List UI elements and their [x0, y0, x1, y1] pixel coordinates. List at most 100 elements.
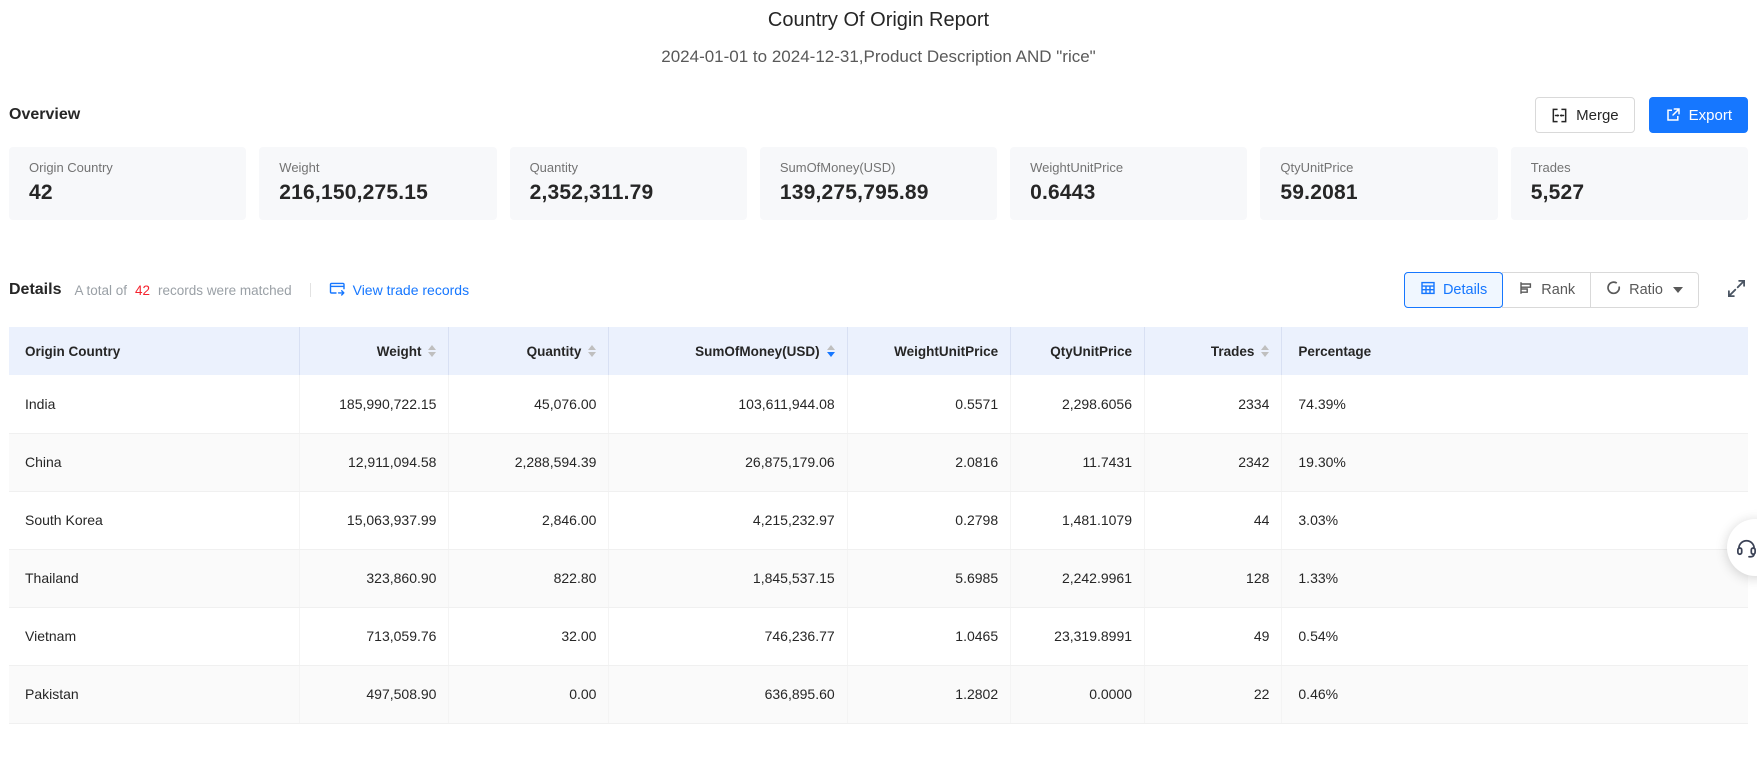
cell-trades: 44 [1144, 491, 1283, 550]
col-label: WeightUnitPrice [894, 343, 999, 359]
cell-origin-country: Vietnam [9, 607, 300, 666]
stat-value: 2,352,311.79 [529, 181, 654, 204]
cell-origin-country: China [9, 433, 300, 492]
col-header-qty-unit-price: QtyUnitPrice [1010, 327, 1146, 375]
stat-card-qty-unit-price: QtyUnitPrice 59.2081 [1260, 147, 1498, 220]
table-row-pakistan[interactable]: Pakistan 497,508.90 0.00 636,895.60 1.28… [9, 665, 1748, 724]
cell-weight-unit-price: 5.6985 [847, 549, 1012, 608]
cell-sum-of-money: 1,845,537.15 [608, 549, 848, 608]
page-subtitle: 2024-01-01 to 2024-12-31,Product Descrip… [661, 47, 1096, 66]
col-header-sum-of-money[interactable]: SumOfMoney(USD) [608, 327, 848, 375]
cell-trades: 128 [1144, 549, 1283, 608]
window-arrow-icon [329, 281, 346, 300]
stat-label: Quantity [529, 160, 578, 175]
caret-sort-icon [428, 345, 437, 357]
cell-weight: 323,860.90 [299, 549, 450, 608]
col-header-weight[interactable]: Weight [299, 327, 450, 375]
details-table: Origin Country Weight Quantity SumOfMone… [9, 327, 1748, 724]
match-prefix: A total of [74, 282, 128, 298]
tab-ratio[interactable]: Ratio [1590, 272, 1699, 308]
stat-card-weight-unit-price: WeightUnitPrice 0.6443 [1010, 147, 1248, 220]
col-label: Percentage [1298, 343, 1372, 359]
cell-percentage: 19.30% [1281, 433, 1748, 492]
stat-card-trades: Trades 5,527 [1510, 147, 1748, 220]
cell-quantity: 2,846.00 [448, 491, 610, 550]
cell-qty-unit-price: 2,298.6056 [1010, 375, 1146, 434]
tab-rank[interactable]: Rank [1502, 272, 1592, 308]
page-title: Country Of Origin Report [767, 9, 990, 31]
stat-label: Weight [279, 160, 320, 175]
merge-button-label: Merge [1576, 106, 1619, 124]
table-row-china[interactable]: China 12,911,094.58 2,288,594.39 26,875,… [9, 433, 1748, 492]
stat-card-quantity: Quantity 2,352,311.79 [509, 147, 747, 220]
view-trade-records-link[interactable]: View trade records [329, 281, 469, 300]
cell-qty-unit-price: 1,481.1079 [1010, 491, 1146, 550]
view-trade-records-label: View trade records [352, 282, 470, 298]
col-label: Weight [376, 343, 422, 359]
col-label: SumOfMoney(USD) [695, 343, 820, 359]
col-header-quantity[interactable]: Quantity [448, 327, 610, 375]
col-label: QtyUnitPrice [1050, 343, 1133, 359]
col-header-weight-unit-price: WeightUnitPrice [847, 327, 1012, 375]
stat-label: Trades [1530, 160, 1571, 175]
fullscreen-expand-icon [1727, 280, 1746, 301]
cell-percentage: 0.46% [1281, 665, 1748, 724]
col-header-trades[interactable]: Trades [1144, 327, 1283, 375]
cell-trades: 2334 [1144, 375, 1283, 434]
stat-label: Origin Country [29, 160, 113, 175]
stat-label: SumOfMoney(USD) [779, 160, 896, 175]
table-row-vietnam[interactable]: Vietnam 713,059.76 32.00 746,236.77 1.04… [9, 607, 1748, 666]
bar-rank-icon [1518, 280, 1534, 300]
fullscreen-button[interactable] [1725, 277, 1748, 303]
cell-sum-of-money: 4,215,232.97 [608, 491, 848, 550]
report-page: Country Of Origin Report 2024-01-01 to 2… [0, 9, 1757, 759]
col-header-percentage: Percentage [1281, 327, 1748, 375]
overview-heading: Overview [9, 106, 81, 123]
cell-quantity: 822.80 [448, 549, 610, 608]
details-heading: Details [9, 281, 62, 298]
cell-percentage: 1.33% [1281, 549, 1748, 608]
cell-sum-of-money: 26,875,179.06 [608, 433, 848, 492]
cell-weight-unit-price: 1.2802 [847, 665, 1012, 724]
cell-weight: 497,508.90 [299, 665, 450, 724]
stat-label: QtyUnitPrice [1280, 160, 1354, 175]
table-row-south-korea[interactable]: South Korea 15,063,937.99 2,846.00 4,215… [9, 491, 1748, 550]
export-button[interactable]: Export [1648, 97, 1748, 133]
cell-weight: 15,063,937.99 [299, 491, 450, 550]
cell-quantity: 45,076.00 [448, 375, 610, 434]
caret-sort-icon-desc-active [826, 345, 835, 357]
col-header-origin-country: Origin Country [9, 327, 300, 375]
cell-qty-unit-price: 2,242.9961 [1010, 549, 1146, 608]
col-label: Quantity [526, 343, 582, 359]
cell-trades: 49 [1144, 607, 1283, 666]
cell-weight-unit-price: 2.0816 [847, 433, 1012, 492]
table-row-thailand[interactable]: Thailand 323,860.90 822.80 1,845,537.15 … [9, 549, 1748, 608]
stat-value: 0.6443 [1030, 181, 1096, 204]
overview-cards: Origin Country 42 Weight 216,150,275.15 … [9, 147, 1748, 220]
overview-bar: Overview Merge Export [9, 97, 1748, 133]
merge-button[interactable]: Merge [1535, 97, 1635, 133]
tab-ratio-label: Ratio [1629, 282, 1663, 298]
merge-cells-icon [1551, 107, 1568, 124]
caret-sort-icon [588, 345, 597, 357]
table-row-india[interactable]: India 185,990,722.15 45,076.00 103,611,9… [9, 375, 1748, 434]
stat-value: 42 [29, 181, 53, 204]
cell-qty-unit-price: 0.0000 [1010, 665, 1146, 724]
cell-origin-country: India [9, 375, 300, 434]
tab-details[interactable]: Details [1403, 272, 1504, 308]
stat-card-sum-of-money: SumOfMoney(USD) 139,275,795.89 [759, 147, 998, 220]
cell-quantity: 0.00 [448, 665, 610, 724]
stat-value: 139,275,795.89 [779, 181, 929, 204]
details-bar: Details A total of 42 records were match… [9, 272, 1748, 308]
export-button-label: Export [1688, 106, 1732, 124]
table-header-row: Origin Country Weight Quantity SumOfMone… [9, 327, 1748, 375]
cell-qty-unit-price: 23,319.8991 [1010, 607, 1146, 666]
caret-sort-icon [1261, 345, 1270, 357]
table-view-tools: Details Rank Ratio [1403, 272, 1748, 308]
tab-details-label: Details [1442, 282, 1488, 298]
cell-trades: 2342 [1144, 433, 1283, 492]
match-count: 42 [135, 282, 151, 298]
chevron-down-icon [1673, 287, 1683, 293]
cell-weight-unit-price: 0.2798 [847, 491, 1012, 550]
cell-origin-country: Pakistan [9, 665, 300, 724]
